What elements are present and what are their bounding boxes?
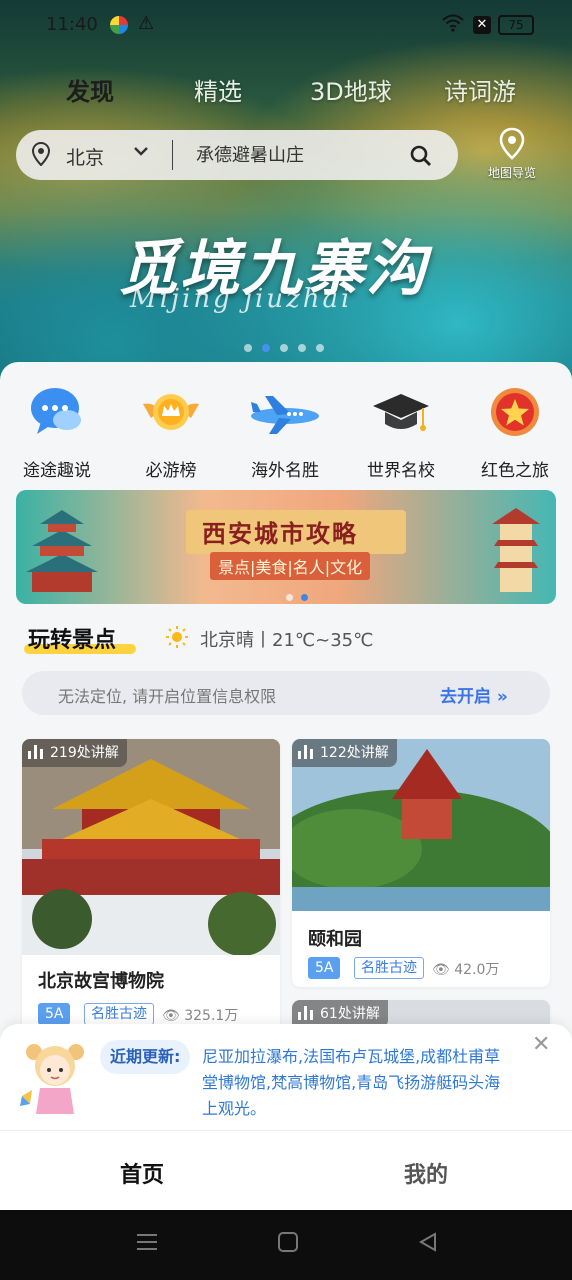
bar-chart-icon — [298, 1006, 314, 1020]
crown-medal-icon — [141, 382, 201, 442]
search-bar: 北京 — [16, 130, 458, 180]
guide-count-badge: 122处讲解 — [292, 739, 397, 767]
system-nav-bar — [0, 1210, 572, 1280]
rating-tag: 5A — [308, 957, 341, 979]
bar-chart-icon — [298, 745, 314, 759]
carousel-dot[interactable] — [244, 344, 252, 352]
nav-home[interactable]: 首页 — [120, 1157, 164, 1189]
map-guide-label: 地图导览 — [487, 166, 536, 180]
promo-banner[interactable]: 西安城市攻略 景点|美食|名人|文化 — [16, 490, 556, 604]
promo-carousel-dots — [286, 586, 316, 604]
bar-chart-icon — [28, 745, 44, 759]
tab-discover[interactable]: 发现 — [66, 72, 114, 107]
section-title: 玩转景点 — [28, 628, 117, 653]
home-icon[interactable] — [278, 1232, 298, 1258]
graduation-cap-icon — [371, 382, 431, 442]
map-pin-icon — [499, 127, 525, 160]
top-tabs: 发现 精选 3D地球 诗词游 — [0, 72, 572, 112]
quick-link-label: 必游榜 — [145, 461, 197, 481]
weather-text: 北京晴丨21℃~35℃ — [200, 630, 374, 651]
hero-subtitle: Mijing jiuzhai — [130, 284, 353, 314]
red-star-badge-icon — [485, 382, 545, 442]
status-time: 11:40 — [46, 14, 98, 35]
menu-icon[interactable] — [136, 1232, 158, 1258]
attraction-name: 颐和园 — [308, 929, 362, 950]
app-notification-icon — [110, 16, 128, 34]
content-panel: 途途趣说 必游榜 海外名胜 世界名校 红色之旅 西安城市攻略 景点|美食|名人|… — [0, 362, 572, 1040]
carousel-dot[interactable] — [286, 594, 293, 601]
search-input[interactable] — [196, 140, 406, 170]
status-bar: 11:40 ⚠ ✕ 75 — [0, 0, 572, 50]
promo-title: 西安城市攻略 — [202, 520, 358, 548]
pagoda-illustration — [492, 508, 540, 592]
search-divider — [172, 140, 173, 170]
carousel-dot[interactable] — [298, 344, 306, 352]
quick-link-world-schools[interactable]: 世界名校 — [346, 376, 456, 481]
double-chevron-right-icon: » — [496, 687, 508, 707]
category-tag: 名胜古迹 — [354, 957, 424, 979]
wifi-icon — [442, 14, 464, 37]
city-selector[interactable]: 北京 — [66, 143, 104, 170]
back-icon[interactable] — [418, 1232, 438, 1258]
map-guide-button[interactable]: 地图导览 — [482, 126, 542, 182]
carousel-dot[interactable] — [316, 344, 324, 352]
location-pin-icon — [32, 142, 50, 166]
attraction-name: 北京故宫博物院 — [38, 971, 164, 992]
carousel-dot-active[interactable] — [262, 344, 270, 352]
attraction-card-palace-museum[interactable]: 219处讲解 北京故宫博物院 5A 名胜古迹 👁 325.1万 — [22, 739, 280, 1039]
battery-icon: 75 — [498, 15, 534, 35]
carousel-dot[interactable] — [280, 344, 288, 352]
search-icon[interactable] — [408, 143, 434, 169]
quick-link-label: 红色之旅 — [481, 461, 549, 481]
tab-3d-earth[interactable]: 3D地球 — [310, 72, 392, 107]
hero-carousel-dots — [244, 337, 334, 352]
quick-link-must-visit[interactable]: 必游榜 — [116, 376, 226, 481]
eye-icon: 👁 — [162, 1008, 180, 1024]
quick-links: 途途趣说 必游榜 海外名胜 世界名校 红色之旅 — [0, 376, 572, 481]
location-message: 无法定位, 请开启位置信息权限 — [58, 687, 277, 706]
eye-icon: 👁 — [432, 962, 450, 978]
location-permission-bar: 无法定位, 请开启位置信息权限 去开启 » — [22, 671, 550, 715]
nav-mine[interactable]: 我的 — [404, 1157, 448, 1189]
carousel-dot-active[interactable] — [301, 594, 308, 601]
chevron-down-icon[interactable] — [132, 142, 150, 165]
tab-poetry-tour[interactable]: 诗词游 — [444, 72, 516, 107]
promo-subtitle: 景点|美食|名人|文化 — [210, 552, 371, 580]
close-icon[interactable]: ✕ — [532, 1032, 550, 1057]
warning-icon: ⚠ — [138, 13, 155, 34]
pagoda-illustration — [26, 510, 98, 592]
quick-link-overseas[interactable]: 海外名胜 — [230, 376, 340, 481]
quick-link-label: 世界名校 — [367, 461, 435, 481]
view-count: 👁 42.0万 — [432, 962, 500, 978]
attraction-card-summer-palace[interactable]: 122处讲解 颐和园 5A 名胜古迹 👁 42.0万 — [292, 739, 550, 987]
palace-museum-photo — [22, 739, 280, 955]
chat-bubble-icon — [27, 382, 87, 442]
update-notice[interactable]: 近期更新: 尼亚加拉瀑布,法国布卢瓦城堡,成都杜甫草堂博物馆,梵高博物馆,青岛飞… — [0, 1024, 572, 1130]
view-count: 👁 325.1万 — [162, 1008, 239, 1024]
category-tag: 名胜古迹 — [84, 1003, 154, 1025]
tab-featured[interactable]: 精选 — [194, 72, 242, 107]
rating-tag: 5A — [38, 1003, 71, 1025]
quick-link-fun-talk[interactable]: 途途趣说 — [2, 376, 112, 481]
mascot-girl-illustration — [20, 1044, 84, 1114]
sun-icon — [166, 626, 188, 648]
recent-update-label: 近期更新: — [100, 1040, 191, 1074]
notification-x-icon: ✕ — [473, 16, 491, 34]
section-header: 玩转景点 北京晴丨21℃~35℃ — [0, 622, 572, 662]
quick-link-red-tour[interactable]: 红色之旅 — [460, 376, 570, 481]
hero-banner[interactable]: 11:40 ⚠ ✕ 75 发现 精选 3D地球 诗词游 北京 地图导览 觅境九寨… — [0, 0, 572, 380]
quick-link-label: 海外名胜 — [251, 461, 319, 481]
airplane-icon — [251, 382, 319, 442]
enable-location-button[interactable]: 去开启 » — [440, 682, 508, 707]
bottom-nav: 首页 我的 — [0, 1130, 572, 1210]
guide-count-badge: 219处讲解 — [22, 739, 127, 767]
recent-update-text: 尼亚加拉瀑布,法国布卢瓦城堡,成都杜甫草堂博物馆,梵高博物馆,青岛飞扬游艇码头海… — [202, 1047, 501, 1118]
quick-link-label: 途途趣说 — [23, 461, 91, 481]
